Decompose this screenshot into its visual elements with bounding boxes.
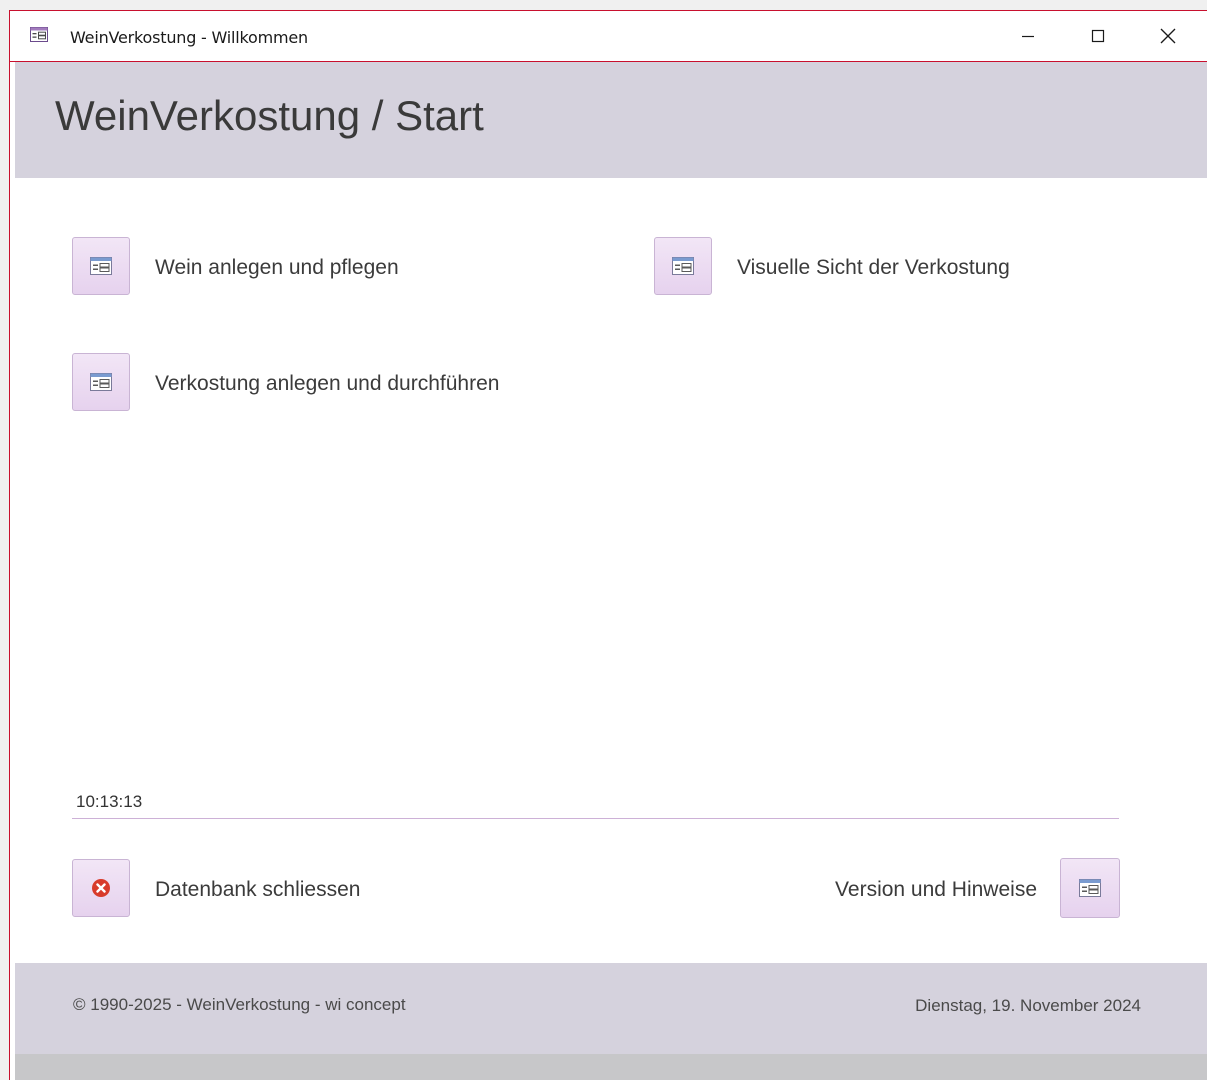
version-hinweise-button[interactable]: [1060, 858, 1120, 918]
verkostung-anlegen-label[interactable]: Verkostung anlegen und durchführen: [155, 372, 499, 396]
header: WeinVerkostung / Start: [15, 62, 1207, 178]
datenbank-schliessen-label[interactable]: Datenbank schliessen: [155, 878, 360, 902]
app-window: WeinVerkostung - Willkommen WeinVerkostu…: [9, 10, 1207, 1080]
verkostung-anlegen-button[interactable]: [72, 353, 130, 411]
close-window-button[interactable]: [1138, 11, 1198, 61]
close-circle-icon: [92, 879, 110, 897]
form-icon: [672, 257, 694, 275]
maximize-icon: [1091, 29, 1105, 43]
bottom-strip: [15, 1054, 1207, 1080]
minimize-icon: [1022, 35, 1034, 38]
visuelle-sicht-button[interactable]: [654, 237, 712, 295]
close-icon: [1160, 28, 1176, 44]
copyright-text: © 1990-2025 - WeinVerkostung - wi concep…: [73, 995, 406, 1014]
visuelle-sicht-label[interactable]: Visuelle Sicht der Verkostung: [737, 256, 1010, 280]
page-title: WeinVerkostung / Start: [55, 92, 484, 139]
wein-anlegen-button[interactable]: [72, 237, 130, 295]
wein-anlegen-label[interactable]: Wein anlegen und pflegen: [155, 256, 399, 280]
form-icon: [1079, 879, 1101, 897]
form-icon: [30, 27, 48, 42]
window-title: WeinVerkostung - Willkommen: [70, 28, 308, 47]
footer: © 1990-2025 - WeinVerkostung - wi concep…: [15, 963, 1207, 1054]
minimize-button[interactable]: [998, 11, 1058, 61]
form-icon: [90, 257, 112, 275]
date-display: Dienstag, 19. November 2024: [915, 996, 1141, 1015]
title-bar[interactable]: WeinVerkostung - Willkommen: [10, 11, 1207, 62]
datenbank-schliessen-button[interactable]: [72, 859, 130, 917]
divider: [72, 818, 1119, 819]
clock-display: 10:13:13: [76, 792, 143, 811]
form-icon: [90, 373, 112, 391]
maximize-button[interactable]: [1068, 11, 1128, 61]
version-hinweise-label[interactable]: Version und Hinweise: [835, 878, 1037, 902]
